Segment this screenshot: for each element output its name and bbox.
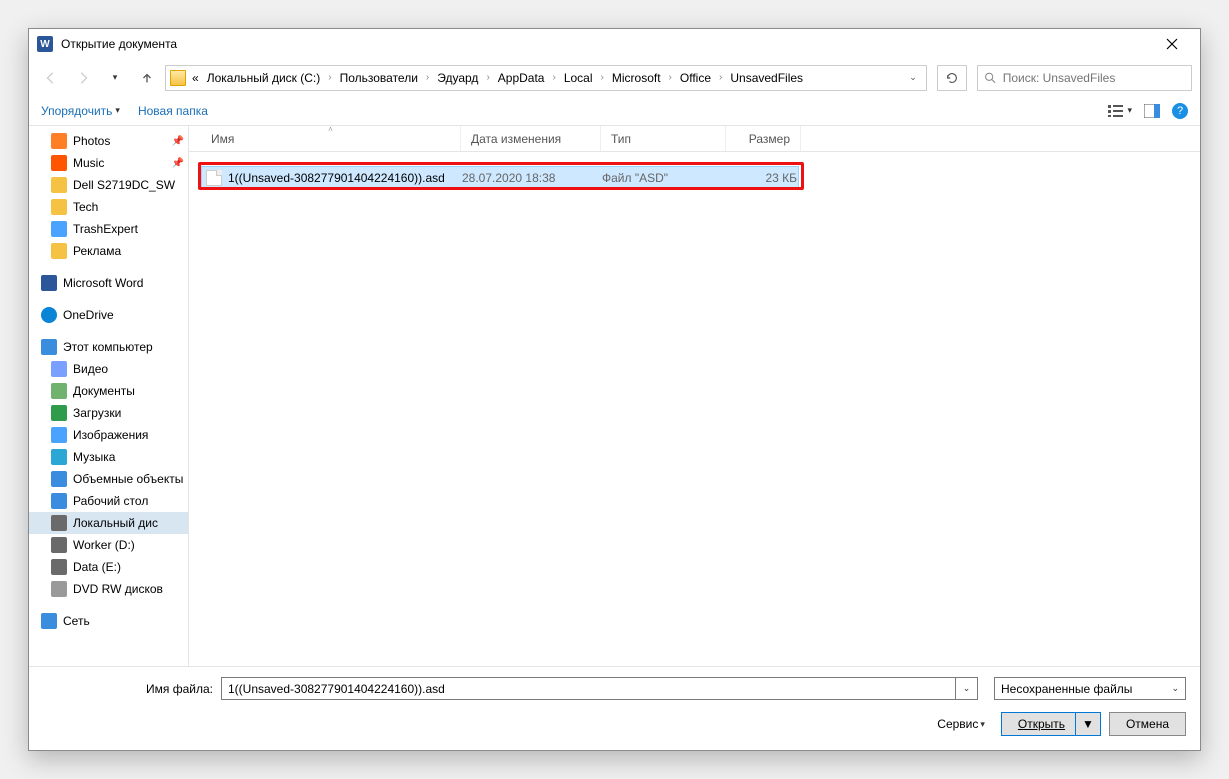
sidebar-item[interactable]: Видео: [29, 358, 188, 380]
sidebar-item[interactable]: TrashExpert: [29, 218, 188, 240]
sidebar-item[interactable]: Worker (D:): [29, 534, 188, 556]
nav-up-button[interactable]: [133, 64, 161, 92]
breadcrumb-item[interactable]: Office: [678, 71, 713, 85]
tools-button[interactable]: Сервис ▾: [937, 717, 985, 731]
sidebar-item[interactable]: Рабочий стол: [29, 490, 188, 512]
file-size: 23 КБ: [727, 171, 797, 185]
filetype-label: Несохраненные файлы: [1001, 682, 1132, 696]
search-input[interactable]: [1003, 71, 1185, 85]
breadcrumb-item[interactable]: Local: [562, 71, 595, 85]
open-button[interactable]: Открыть ▼: [1001, 712, 1101, 736]
word-icon: W: [37, 36, 53, 52]
file-name: 1((Unsaved-308277901404224160)).asd: [228, 171, 462, 185]
newfolder-button[interactable]: Новая папка: [138, 104, 208, 118]
sidebar-item-thispc[interactable]: Этот компьютер: [29, 336, 188, 358]
file-type: Файл "ASD": [602, 171, 727, 185]
sidebar-item-word[interactable]: Microsoft Word: [29, 272, 188, 294]
file-list-area: ˄Имя Дата изменения Тип Размер 1((Unsave…: [189, 126, 1200, 666]
sidebar-item[interactable]: Dell S2719DC_SW: [29, 174, 188, 196]
sidebar: Photos📌Music📌Dell S2719DC_SWTechTrashExp…: [29, 126, 189, 666]
sidebar-item[interactable]: Изображения: [29, 424, 188, 446]
sidebar-item[interactable]: Music📌: [29, 152, 188, 174]
cancel-button[interactable]: Отмена: [1109, 712, 1186, 736]
column-headers: ˄Имя Дата изменения Тип Размер: [189, 126, 1200, 152]
nav-history-button[interactable]: ▾: [101, 64, 129, 92]
col-date[interactable]: Дата изменения: [461, 126, 601, 151]
preview-pane-button[interactable]: [1144, 104, 1160, 118]
sidebar-item[interactable]: Локальный дис: [29, 512, 188, 534]
filename-input[interactable]: [228, 682, 949, 696]
open-button-dropdown[interactable]: ▼: [1075, 713, 1094, 735]
filename-input-wrap[interactable]: [221, 677, 956, 700]
breadcrumb-item[interactable]: Microsoft: [610, 71, 663, 85]
sidebar-item[interactable]: Tech: [29, 196, 188, 218]
filename-dropdown[interactable]: ⌄: [956, 677, 978, 700]
address-dropdown[interactable]: ⌄: [904, 72, 922, 83]
nav-row: ▾ « Локальный диск (C:)› Пользователи› Э…: [29, 59, 1200, 96]
toolbar: Упорядочить ▾ Новая папка ▾ ?: [29, 96, 1200, 126]
search-box[interactable]: [977, 65, 1192, 91]
col-name[interactable]: ˄Имя: [201, 126, 461, 151]
bottom-panel: Имя файла: ⌄ Несохраненные файлы ⌄ Серви…: [29, 667, 1200, 750]
close-button[interactable]: [1152, 29, 1192, 59]
refresh-button[interactable]: [937, 65, 967, 91]
sidebar-item[interactable]: Photos📌: [29, 130, 188, 152]
open-dialog: W Открытие документа ▾ « Локальный диск …: [28, 28, 1201, 751]
sidebar-item[interactable]: Загрузки: [29, 402, 188, 424]
organize-button[interactable]: Упорядочить ▾: [41, 104, 120, 118]
titlebar: W Открытие документа: [29, 29, 1200, 59]
breadcrumb-item[interactable]: Локальный диск (C:): [205, 71, 323, 85]
breadcrumb-item[interactable]: AppData: [496, 71, 547, 85]
help-button[interactable]: ?: [1172, 103, 1188, 119]
nav-back-button[interactable]: [37, 64, 65, 92]
sidebar-item[interactable]: Музыка: [29, 446, 188, 468]
filetype-select[interactable]: Несохраненные файлы ⌄: [994, 677, 1186, 700]
col-size[interactable]: Размер: [726, 126, 801, 151]
sidebar-item[interactable]: DVD RW дисков: [29, 578, 188, 600]
sidebar-item[interactable]: Объемные объекты: [29, 468, 188, 490]
filename-label: Имя файла:: [43, 682, 213, 696]
file-date: 28.07.2020 18:38: [462, 171, 602, 185]
breadcrumb-item[interactable]: «: [190, 71, 201, 85]
sidebar-item[interactable]: Документы: [29, 380, 188, 402]
sidebar-item[interactable]: Реклама: [29, 240, 188, 262]
sidebar-item[interactable]: Data (E:): [29, 556, 188, 578]
breadcrumb-item[interactable]: Эдуард: [435, 71, 480, 85]
breadcrumb-item[interactable]: UnsavedFiles: [728, 71, 805, 85]
folder-icon: [170, 70, 186, 86]
search-icon: [984, 71, 997, 85]
file-row[interactable]: 1((Unsaved-308277901404224160)).asd 28.0…: [201, 166, 799, 190]
nav-forward-button[interactable]: [69, 64, 97, 92]
dialog-title: Открытие документа: [61, 37, 177, 51]
file-icon: [206, 170, 222, 186]
sidebar-item-network[interactable]: Сеть: [29, 610, 188, 632]
address-bar[interactable]: « Локальный диск (C:)› Пользователи› Эду…: [165, 65, 927, 91]
breadcrumb-item[interactable]: Пользователи: [338, 71, 420, 85]
col-type[interactable]: Тип: [601, 126, 726, 151]
sidebar-item-onedrive[interactable]: OneDrive: [29, 304, 188, 326]
view-options-button[interactable]: ▾: [1107, 104, 1132, 118]
